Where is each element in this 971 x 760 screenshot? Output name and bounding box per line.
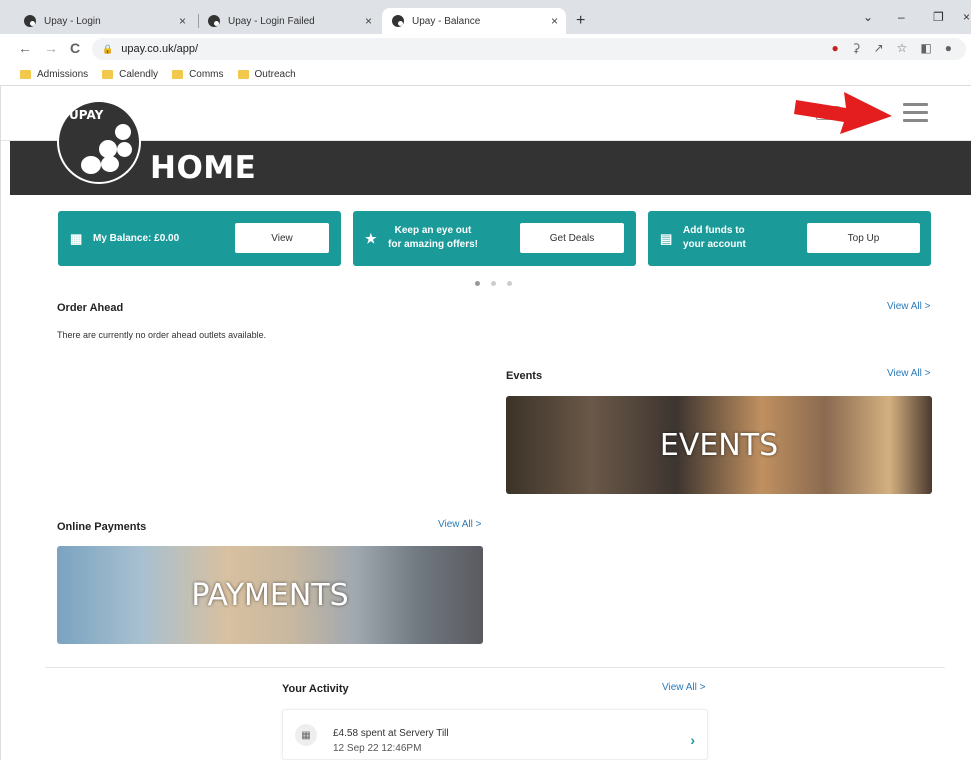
upay-favicon-icon bbox=[24, 15, 36, 27]
key-icon[interactable]: ⚳ bbox=[852, 41, 861, 55]
minimize-button[interactable]: – bbox=[898, 10, 905, 24]
bookmark-label: Outreach bbox=[254, 69, 296, 80]
bookmark-comms[interactable]: Comms bbox=[172, 69, 224, 80]
page-title: HOME bbox=[150, 150, 257, 186]
payments-banner[interactable]: PAYMENTS bbox=[57, 546, 483, 644]
profile-avatar-icon[interactable]: ● bbox=[945, 41, 952, 55]
tab-close-icon[interactable]: × bbox=[179, 14, 186, 28]
carousel-dots bbox=[475, 281, 512, 286]
activity-timestamp: 12 Sep 22 12:46PM bbox=[333, 743, 422, 754]
order-ahead-view-all-link[interactable]: View All > bbox=[887, 301, 930, 312]
topup-card: ▤ Add funds to your account Top Up bbox=[648, 211, 931, 266]
payments-banner-label: PAYMENTS bbox=[191, 578, 349, 613]
browser-tab-bar: Upay - Login × Upay - Login Failed × Upa… bbox=[0, 0, 971, 34]
address-bar-row: ← → C 🔒 upay.co.uk/app/ ● ⚳ ↗ ☆ ◧ ● bbox=[0, 34, 971, 64]
tab-title: Upay - Balance bbox=[412, 15, 481, 27]
section-divider bbox=[45, 667, 945, 668]
deals-label: Keep an eye out for amazing offers! bbox=[388, 224, 478, 252]
tab-title: Upay - Login Failed bbox=[228, 15, 315, 27]
forward-button[interactable]: → bbox=[44, 40, 58, 56]
events-banner[interactable]: EVENTS bbox=[506, 396, 932, 494]
activity-description: £4.58 spent at Servery Till bbox=[333, 728, 449, 739]
upay-favicon-icon bbox=[392, 15, 404, 27]
till-icon: ▦ bbox=[295, 724, 317, 746]
logo-dot-icon bbox=[115, 124, 131, 140]
bookmark-calendly[interactable]: Calendly bbox=[102, 69, 158, 80]
events-view-all-link[interactable]: View All > bbox=[887, 368, 930, 379]
logo-dot-icon bbox=[117, 142, 132, 157]
activity-item[interactable]: ▦ £4.58 spent at Servery Till 12 Sep 22 … bbox=[282, 709, 708, 760]
wallet-icon: ▤ bbox=[660, 231, 673, 246]
upay-favicon-icon bbox=[208, 15, 220, 27]
order-ahead-title: Order Ahead bbox=[57, 302, 124, 314]
blocked-popup-icon[interactable]: ● bbox=[832, 41, 839, 55]
topup-label-line2: your account bbox=[683, 239, 746, 250]
deals-label-line1: Keep an eye out bbox=[394, 225, 472, 236]
back-button[interactable]: ← bbox=[18, 40, 32, 56]
folder-icon bbox=[172, 70, 184, 79]
view-balance-button[interactable]: View bbox=[235, 223, 329, 253]
tab-close-icon[interactable]: × bbox=[365, 14, 372, 28]
menu-bar bbox=[903, 119, 928, 122]
get-deals-button[interactable]: Get Deals bbox=[520, 223, 624, 253]
events-title: Events bbox=[506, 370, 543, 382]
upay-logo[interactable]: UPAY bbox=[57, 100, 141, 184]
bookmark-label: Comms bbox=[189, 69, 224, 80]
reload-button[interactable]: C bbox=[70, 40, 80, 56]
star-icon: ★ bbox=[365, 231, 377, 246]
hamburger-menu-button[interactable] bbox=[903, 103, 928, 123]
top-up-button[interactable]: Top Up bbox=[807, 223, 920, 253]
deals-card: ★ Keep an eye out for amazing offers! Ge… bbox=[353, 211, 636, 266]
logo-text: UPAY bbox=[69, 108, 104, 122]
logo-dot-icon bbox=[81, 156, 101, 174]
carousel-dot[interactable] bbox=[491, 281, 496, 286]
carousel-dot[interactable] bbox=[475, 281, 480, 286]
upay-page: HOME UPAY ▦ My Balance: £0.00 View ★ Kee… bbox=[0, 86, 971, 760]
tab-upay-balance[interactable]: Upay - Balance × bbox=[382, 8, 566, 34]
tab-upay-login[interactable]: Upay - Login × bbox=[14, 8, 194, 34]
restore-button[interactable]: ❐ bbox=[933, 10, 944, 24]
url-text: upay.co.uk/app/ bbox=[121, 43, 199, 55]
qr-code-icon: ▦ bbox=[70, 231, 83, 246]
online-payments-title: Online Payments bbox=[57, 521, 147, 533]
your-activity-title: Your Activity bbox=[282, 683, 349, 695]
logo-dot-icon bbox=[101, 156, 119, 172]
balance-label: My Balance: £0.00 bbox=[93, 233, 180, 244]
tab-search-chevron-icon[interactable]: ⌄ bbox=[863, 10, 873, 24]
topup-label: Add funds to your account bbox=[683, 224, 746, 252]
chevron-right-icon: › bbox=[690, 732, 695, 748]
tab-upay-login-failed[interactable]: Upay - Login Failed × bbox=[198, 8, 380, 34]
tab-close-icon[interactable]: × bbox=[551, 14, 558, 28]
bookmark-star-icon[interactable]: ☆ bbox=[897, 41, 908, 55]
side-panel-icon[interactable]: ◧ bbox=[920, 41, 931, 55]
order-ahead-empty-text: There are currently no order ahead outle… bbox=[57, 330, 267, 340]
carousel-dot[interactable] bbox=[507, 281, 512, 286]
menu-bar bbox=[903, 103, 928, 106]
folder-icon bbox=[102, 70, 114, 79]
menu-bar bbox=[903, 111, 928, 114]
share-icon[interactable]: ↗ bbox=[874, 41, 884, 55]
folder-icon bbox=[20, 70, 31, 79]
deals-label-line2: for amazing offers! bbox=[388, 239, 479, 250]
new-tab-button[interactable]: + bbox=[576, 12, 585, 30]
lock-icon: 🔒 bbox=[102, 43, 114, 54]
topup-label-line1: Add funds to bbox=[683, 225, 745, 236]
bookmark-outreach[interactable]: Outreach bbox=[237, 69, 296, 80]
bookmark-admissions[interactable]: Admissions bbox=[20, 69, 88, 80]
close-window-button[interactable]: × bbox=[963, 10, 970, 24]
online-payments-view-all-link[interactable]: View All > bbox=[438, 519, 481, 530]
folder-icon bbox=[237, 70, 249, 79]
balance-card: ▦ My Balance: £0.00 View bbox=[58, 211, 341, 266]
events-banner-label: EVENTS bbox=[659, 428, 779, 463]
url-bar[interactable]: 🔒 upay.co.uk/app/ ● ⚳ ↗ ☆ ◧ ● bbox=[92, 38, 966, 60]
tab-title: Upay - Login bbox=[44, 15, 101, 27]
activity-view-all-link[interactable]: View All > bbox=[662, 682, 705, 693]
bookmark-label: Calendly bbox=[119, 69, 159, 80]
red-annotation-arrow-icon bbox=[794, 92, 892, 134]
bookmark-label: Admissions bbox=[37, 69, 89, 80]
bookmarks-bar: Admissions Calendly Comms Outreach bbox=[0, 64, 971, 86]
